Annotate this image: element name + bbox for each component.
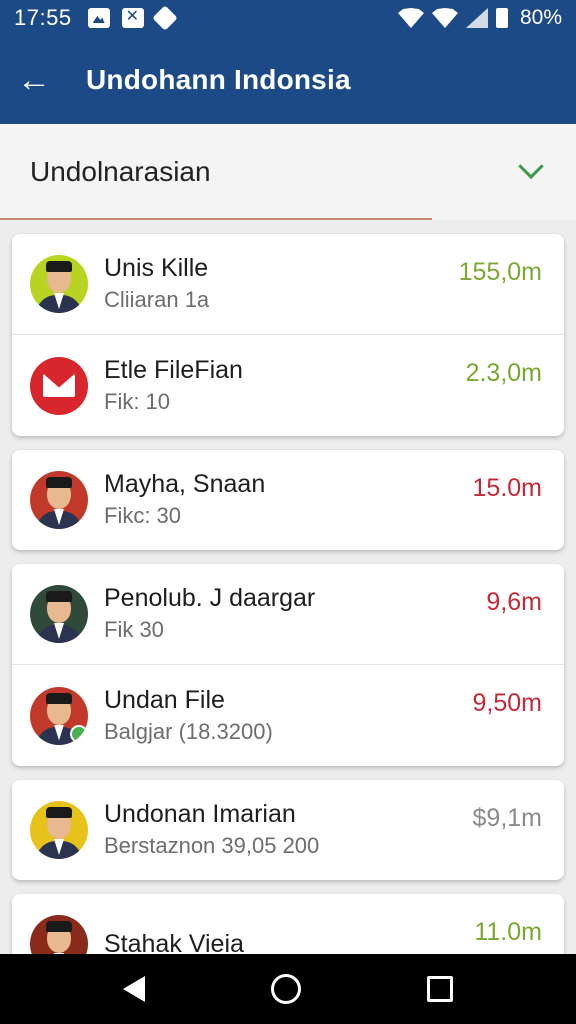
list-item-amount: $9,1m bbox=[472, 804, 542, 832]
diamond-icon bbox=[151, 5, 178, 31]
status-time: 17:55 bbox=[14, 5, 72, 30]
list-item[interactable]: Undonan Imarian Berstaznon 39,05 200 $9,1m bbox=[12, 780, 564, 880]
list-item-amount: 155,0m bbox=[458, 258, 542, 286]
app-bar: ← Undohann Indonsia bbox=[0, 36, 576, 124]
signal-icon bbox=[465, 8, 488, 28]
nav-home-icon[interactable] bbox=[271, 974, 301, 1004]
list-item[interactable]: Penolub. J daargar Fik 30 9,6m bbox=[12, 564, 564, 664]
list-item-amount: 11.0m bbox=[474, 918, 542, 946]
list-item-text: Mayha, Snaan Fikc: 30 bbox=[104, 469, 265, 531]
list-card: Unis Kille Cliiaran 1a 155,0m Etle FileFian… bbox=[12, 234, 564, 436]
list-item-title: Etle FileFian bbox=[104, 355, 243, 384]
list-item-subtitle: Fik: 10 bbox=[104, 388, 171, 414]
mail-icon bbox=[30, 356, 88, 415]
dropdown-selected-value: Undolnarasian bbox=[30, 156, 211, 187]
list-item-title: Undan File bbox=[104, 685, 225, 714]
status-bar: 17:55 80% bbox=[0, 0, 576, 36]
list-item-title: Penolub. J daargar bbox=[104, 584, 316, 612]
list-item-text: Undonan Imarian Berstaznon 39,05 200 bbox=[104, 799, 319, 861]
list-item-subtitle: Fik 30 bbox=[104, 617, 164, 642]
wifi-icon bbox=[397, 8, 424, 28]
list-item-amount: 15.0m bbox=[472, 474, 542, 502]
list-item-subtitle: Fikc: 30 bbox=[104, 503, 182, 528]
list-card: Undonan Imarian Berstaznon 39,05 200 $9,1m bbox=[12, 780, 564, 880]
avatar bbox=[30, 686, 88, 745]
list-item-amount: 9,50m bbox=[472, 689, 542, 717]
list-item-title: Unis Kille bbox=[104, 254, 209, 282]
nav-recent-icon[interactable] bbox=[427, 976, 453, 1002]
notification-icons bbox=[87, 5, 178, 31]
avatar bbox=[30, 801, 88, 859]
list-item-title: Undonan Imarian bbox=[104, 800, 296, 828]
file-list: Unis Kille Cliiaran 1a 155,0m Etle FileFian… bbox=[12, 234, 564, 1008]
list-item-text: Unis Kille Cliiaran 1a bbox=[104, 253, 209, 315]
list-item-text: Undan File Balgjar (18.3200) bbox=[104, 685, 273, 747]
list-item[interactable]: Undan File Balgjar (18.3200) 9,50m bbox=[12, 664, 564, 766]
back-button[interactable]: ← bbox=[2, 36, 66, 124]
list-card: Mayha, Snaan Fikc: 30 15.0m bbox=[12, 450, 564, 550]
x-icon bbox=[121, 6, 144, 28]
list-item[interactable]: Unis Kille Cliiaran 1a 155,0m bbox=[12, 234, 564, 334]
dropdown-underline bbox=[0, 218, 432, 220]
list-item-title: Mayha, Snaan bbox=[104, 470, 266, 498]
wifi-icon bbox=[431, 8, 458, 28]
photo-icon bbox=[87, 8, 110, 28]
list-item-subtitle: Berstaznon 39,05 200 bbox=[104, 833, 320, 858]
arrow-left-icon: ← bbox=[17, 60, 51, 99]
list-item-subtitle: Cliiaran 1a bbox=[104, 287, 210, 312]
avatar bbox=[30, 585, 88, 643]
avatar bbox=[30, 255, 88, 313]
system-nav-bar bbox=[0, 954, 576, 1024]
list-item-subtitle: Balgjar (18.3200) bbox=[104, 718, 273, 744]
list-item[interactable]: Etle FileFian Fik: 10 2.3,0m bbox=[12, 334, 564, 436]
avatar bbox=[30, 471, 88, 529]
chevron-down-icon bbox=[518, 153, 544, 180]
system-icons: 80% bbox=[397, 6, 562, 30]
category-dropdown[interactable]: Undolnarasian bbox=[0, 124, 576, 220]
list-card: Penolub. J daargar Fik 30 9,6m Undan File Ba… bbox=[12, 564, 564, 766]
battery-icon bbox=[495, 8, 508, 28]
list-item[interactable]: Mayha, Snaan Fikc: 30 15.0m bbox=[12, 450, 564, 550]
page-title: Undohann Indonsia bbox=[86, 64, 351, 95]
nav-back-icon[interactable] bbox=[123, 976, 145, 1002]
list-item-amount: 9,6m bbox=[486, 588, 542, 616]
battery-percent: 80% bbox=[519, 6, 562, 29]
list-item-text: Etle FileFian Fik: 10 bbox=[104, 355, 243, 417]
list-item-amount: 2.3,0m bbox=[465, 359, 542, 387]
status-badge bbox=[70, 724, 88, 743]
list-item-text: Penolub. J daargar Fik 30 bbox=[104, 583, 315, 645]
